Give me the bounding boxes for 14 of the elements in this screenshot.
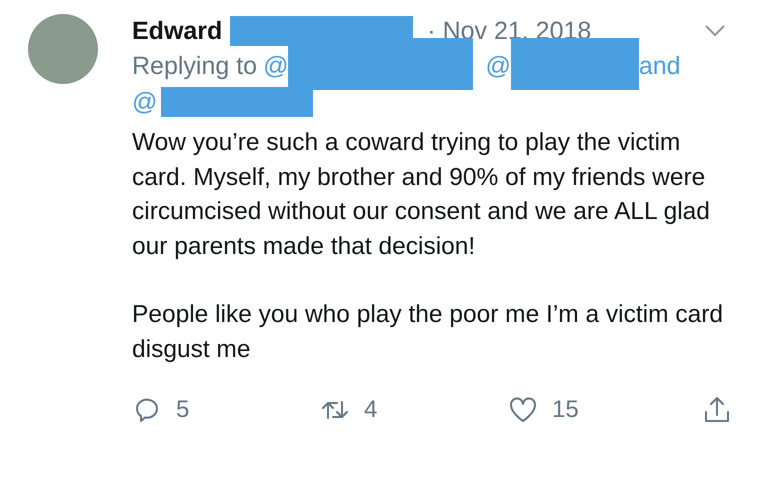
conjunction-text: and [638, 52, 681, 80]
tweet-text: People like you who play the poor me I’m a victim card disgust me [132, 300, 724, 364]
mention-link[interactable]: @ [263, 52, 288, 80]
tweet-text: Wow you’re such a coward trying to play the victim card. Myself, my brother and 90% of my friends were circumcised without our consent and we are ALL glad our parents made that decision! [132, 128, 711, 262]
author-name[interactable]: Edward [132, 16, 222, 46]
chevron-down-icon[interactable] [704, 24, 726, 38]
action-count: 15 [552, 396, 579, 424]
heart-icon[interactable] [508, 395, 538, 425]
action-count: 4 [364, 396, 378, 424]
mention-link[interactable]: @ [132, 88, 158, 116]
replying-to-label: Replying to [132, 52, 258, 80]
action-count: 5 [176, 396, 190, 424]
mention-link[interactable]: @ [485, 52, 511, 80]
share-icon[interactable] [702, 395, 732, 425]
